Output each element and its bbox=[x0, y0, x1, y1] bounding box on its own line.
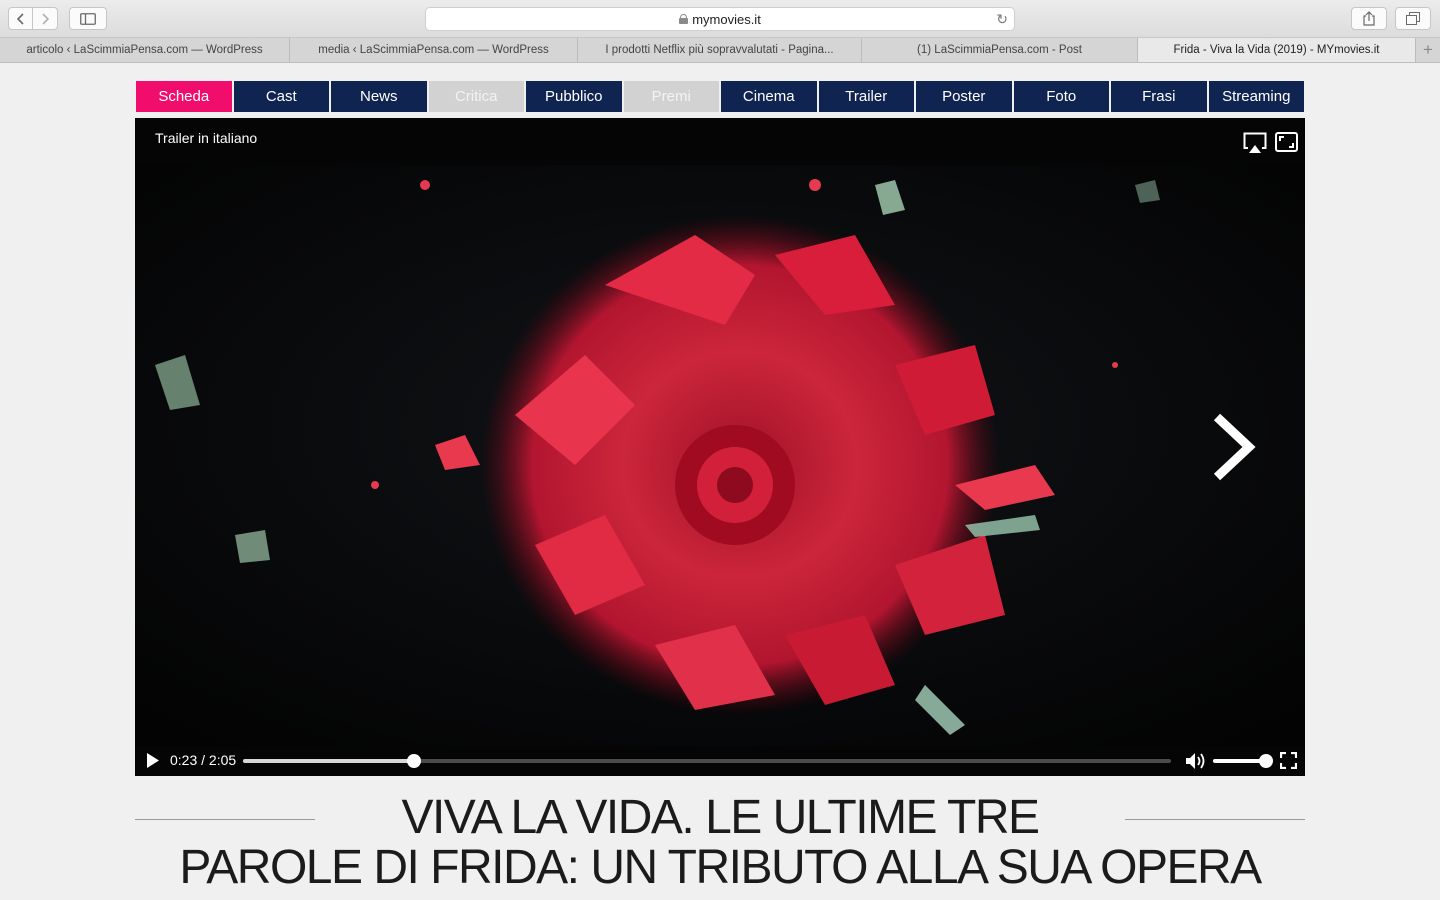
video-player[interactable]: Trailer in italiano 0:23 / 2:05 bbox=[135, 118, 1305, 776]
menu-item-cast[interactable]: Cast bbox=[233, 81, 329, 112]
browser-tab[interactable]: articolo ‹ LaScimmiaPensa.com — WordPres… bbox=[0, 38, 290, 62]
menu-item-label: Cinema bbox=[742, 88, 795, 105]
browser-toolbar: mymovies.it ↻ bbox=[0, 0, 1440, 38]
play-icon[interactable] bbox=[146, 752, 160, 769]
sidebar-icon bbox=[80, 12, 96, 25]
volume-slider[interactable] bbox=[1213, 754, 1273, 768]
menu-item-poster[interactable]: Poster bbox=[916, 81, 1012, 112]
share-button[interactable] bbox=[1351, 7, 1387, 30]
browser-tab[interactable]: I prodotti Netflix più sopravvalutati - … bbox=[578, 38, 862, 62]
menu-item-label: Streaming bbox=[1222, 88, 1291, 105]
next-arrow-icon[interactable] bbox=[1207, 412, 1257, 482]
seek-handle[interactable] bbox=[406, 754, 421, 768]
menu-item-pubblico[interactable]: Pubblico bbox=[526, 81, 622, 112]
new-tab-button[interactable]: + bbox=[1416, 38, 1440, 62]
browser-tab-label: Frida - Viva la Vida (2019) - MYmovies.i… bbox=[1173, 44, 1380, 56]
menu-item-scheda[interactable]: Scheda bbox=[136, 81, 232, 112]
menu-item-frasi[interactable]: Frasi bbox=[1111, 81, 1207, 112]
menu-item-label: Pubblico bbox=[544, 88, 603, 105]
menu-item-label: Frasi bbox=[1142, 88, 1176, 105]
browser-tab-active[interactable]: Frida - Viva la Vida (2019) - MYmovies.i… bbox=[1138, 38, 1416, 62]
page-content: Scheda Cast News Critica Pubblico Premi … bbox=[0, 63, 1440, 900]
chevron-right-icon bbox=[42, 12, 49, 25]
tabs-overview-button[interactable] bbox=[1395, 7, 1431, 30]
menu-item-label: Premi bbox=[651, 88, 691, 105]
browser-tab-label: I prodotti Netflix più sopravvalutati - … bbox=[605, 44, 834, 56]
browser-tab[interactable]: media ‹ LaScimmiaPensa.com — WordPress bbox=[290, 38, 578, 62]
menu-item-label: Trailer bbox=[845, 88, 888, 105]
browser-tab-label: (1) LaScimmiaPensa.com - Post bbox=[917, 44, 1082, 56]
browser-tab-label: articolo ‹ LaScimmiaPensa.com — WordPres… bbox=[26, 44, 263, 56]
tab-bar: articolo ‹ LaScimmiaPensa.com — WordPres… bbox=[0, 38, 1440, 63]
sidebar-toggle-button[interactable] bbox=[69, 7, 107, 30]
lock-icon bbox=[679, 14, 689, 24]
forward-button[interactable] bbox=[33, 7, 58, 30]
menu-item-streaming[interactable]: Streaming bbox=[1208, 81, 1304, 112]
playback-time: 0:23 / 2:05 bbox=[170, 752, 237, 768]
menu-item-foto[interactable]: Foto bbox=[1013, 81, 1109, 112]
menu-item-label: Scheda bbox=[158, 88, 210, 105]
browser-tab[interactable]: (1) LaScimmiaPensa.com - Post bbox=[862, 38, 1138, 62]
player-title: Trailer in italiano bbox=[155, 130, 258, 146]
menu-item-critica: Critica bbox=[428, 81, 524, 112]
menu-item-trailer[interactable]: Trailer bbox=[818, 81, 914, 112]
volume-icon[interactable] bbox=[1185, 751, 1207, 771]
reload-icon[interactable]: ↻ bbox=[996, 11, 1008, 28]
volume-handle[interactable] bbox=[1259, 754, 1273, 768]
menu-item-cinema[interactable]: Cinema bbox=[721, 81, 817, 112]
plus-icon: + bbox=[1423, 40, 1433, 59]
fullscreen-icon[interactable] bbox=[1280, 752, 1297, 769]
address-text: mymovies.it bbox=[692, 11, 761, 27]
menu-item-label: News bbox=[359, 88, 398, 105]
address-bar[interactable]: mymovies.it ↻ bbox=[425, 7, 1015, 31]
seek-progress bbox=[243, 759, 414, 763]
tabs-overview-icon bbox=[1406, 12, 1420, 25]
video-frame-exploding-rose bbox=[135, 165, 1305, 746]
page-headline: VIVA LA VIDA. LE ULTIME TRE PAROLE DI FR… bbox=[135, 793, 1305, 893]
menu-item-label: Foto bbox=[1046, 88, 1077, 105]
expand-icon[interactable] bbox=[1275, 132, 1298, 152]
headline-line-1: VIVA LA VIDA. LE ULTIME TRE bbox=[401, 791, 1040, 844]
seek-bar[interactable] bbox=[243, 754, 1171, 768]
player-controls: 0:23 / 2:05 bbox=[135, 746, 1305, 776]
menu-item-news[interactable]: News bbox=[331, 81, 427, 112]
menu-item-premi: Premi bbox=[623, 81, 719, 112]
back-button[interactable] bbox=[8, 7, 33, 30]
film-section-menu: Scheda Cast News Critica Pubblico Premi … bbox=[136, 81, 1304, 112]
menu-item-label: Poster bbox=[942, 88, 986, 105]
browser-tab-label: media ‹ LaScimmiaPensa.com — WordPress bbox=[318, 44, 549, 56]
chevron-left-icon bbox=[16, 12, 24, 25]
airplay-icon[interactable] bbox=[1243, 132, 1267, 154]
menu-item-label: Critica bbox=[454, 88, 498, 105]
menu-item-label: Cast bbox=[265, 88, 297, 105]
share-icon bbox=[1363, 11, 1375, 26]
headline-line-2: PAROLE DI FRIDA: UN TRIBUTO ALLA SUA OPE… bbox=[179, 841, 1262, 894]
